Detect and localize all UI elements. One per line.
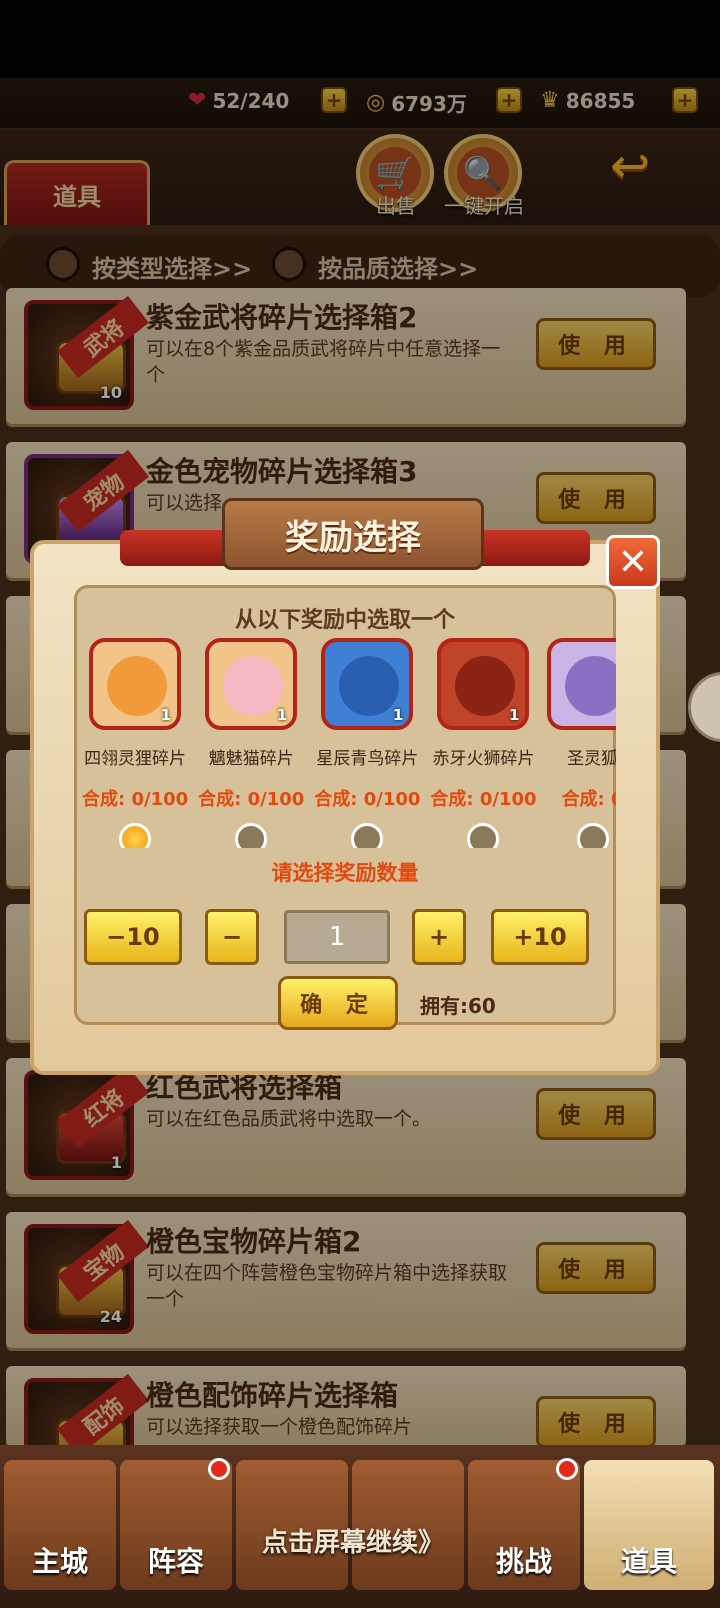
nav-items[interactable]: 道具: [584, 1460, 714, 1590]
quantity-label: 请选择奖励数量: [271, 861, 419, 885]
reward-list: 1 四翎灵狸碎片 合成: 0/100 1 魑魅猫碎片 合成: 0/100 1 星…: [82, 638, 616, 848]
dialog-subtitle: 从以下奖励中选取一个: [234, 608, 455, 633]
quantity-input[interactable]: [284, 910, 390, 964]
lion-icon: [455, 656, 516, 716]
minus-10-button[interactable]: −10: [84, 909, 182, 965]
reward-radio[interactable]: [351, 823, 384, 848]
reward-radio[interactable]: [467, 823, 500, 848]
notification-dot: [208, 1458, 230, 1480]
reward-option[interactable]: 1 魑魅猫碎片 合成: 0/100: [198, 638, 304, 848]
fox-icon: [107, 656, 168, 716]
plus-1-button[interactable]: +: [412, 909, 466, 965]
close-icon[interactable]: ✕: [606, 535, 660, 589]
reward-radio[interactable]: [576, 823, 609, 848]
reward-option[interactable]: 1 赤牙火狮碎片 合成: 0/100: [430, 638, 537, 848]
fox-spirit-icon: [564, 656, 616, 716]
plus-10-button[interactable]: +10: [491, 909, 589, 965]
bird-icon: [339, 656, 400, 716]
reward-option[interactable]: 1 四翎灵狸碎片 合成: 0/100: [82, 638, 188, 848]
notification-dot: [556, 1458, 578, 1480]
cat-icon: [223, 656, 284, 716]
reward-option[interactable]: 圣灵狐 合成: 0: [546, 638, 616, 848]
nav-main-city[interactable]: 主城: [4, 1460, 116, 1590]
confirm-button[interactable]: 确 定: [278, 976, 398, 1030]
dialog-title: 奖励选择: [222, 498, 484, 570]
owned-count: 拥有:60: [420, 994, 496, 1018]
reward-radio[interactable]: [235, 823, 268, 848]
reward-option[interactable]: 1 星辰青鸟碎片 合成: 0/100: [314, 638, 420, 848]
reward-radio[interactable]: [119, 823, 152, 848]
minus-1-button[interactable]: −: [205, 909, 259, 965]
tap-to-continue[interactable]: 点击屏幕继续》: [262, 1522, 444, 1559]
